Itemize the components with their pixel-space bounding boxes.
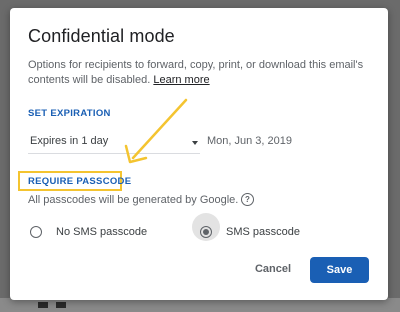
save-button[interactable]: Save <box>310 257 369 283</box>
set-expiration-label: SET EXPIRATION <box>28 108 111 119</box>
background-icon <box>56 302 66 308</box>
cancel-button[interactable]: Cancel <box>248 257 298 281</box>
radio-button[interactable] <box>30 226 42 238</box>
radio-label: No SMS passcode <box>56 226 148 238</box>
learn-more-link[interactable]: Learn more <box>153 74 209 86</box>
background-icon <box>38 302 48 308</box>
require-passcode-label: REQUIRE PASSCODE <box>28 176 132 187</box>
dialog-title: Confidential mode <box>28 26 175 46</box>
dropdown-caret-icon <box>192 141 198 145</box>
expiration-date: Mon, Jun 3, 2019 <box>207 135 293 147</box>
radio-button-checked[interactable] <box>200 226 212 238</box>
confidential-mode-dialog: Confidential mode Options for recipients… <box>10 8 388 300</box>
expiration-dropdown[interactable]: Expires in 1 day <box>28 133 200 154</box>
radio-sms-passcode[interactable]: SMS passcode <box>199 218 309 246</box>
radio-no-sms-passcode[interactable]: No SMS passcode <box>28 218 158 246</box>
expiration-selected-value: Expires in 1 day <box>30 135 109 147</box>
help-icon[interactable]: ? <box>241 193 254 206</box>
radio-label: SMS passcode <box>226 226 300 238</box>
background-page <box>0 298 400 312</box>
passcode-note: All passcodes will be generated by Googl… <box>28 194 239 206</box>
dialog-description: Options for recipients to forward, copy,… <box>28 58 373 88</box>
